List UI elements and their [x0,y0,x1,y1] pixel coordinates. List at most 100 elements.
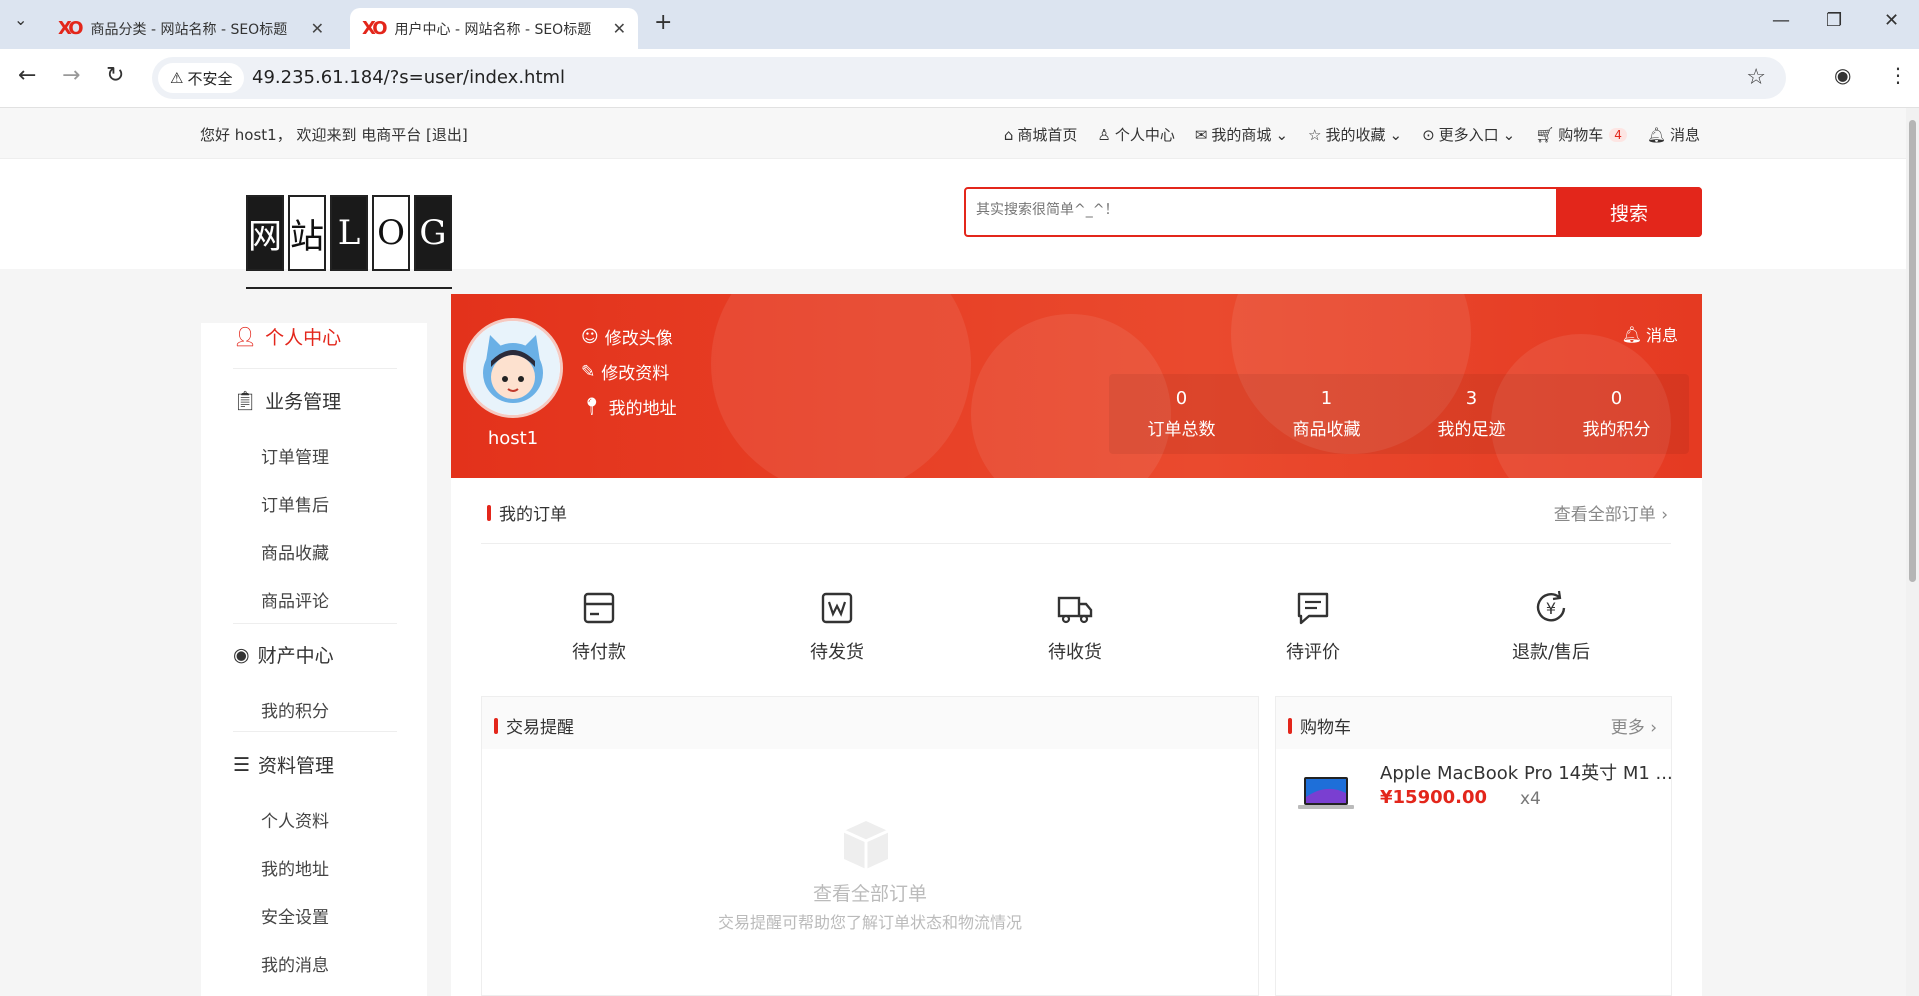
nav-favorites[interactable]: ☆ 我的收藏 ⌄ [1308,124,1402,145]
sidebar-item-security[interactable]: 安全设置 [261,903,329,928]
nav-label: 个人中心 [1114,126,1175,144]
order-status-pending-payment[interactable]: 待付款 [539,588,659,664]
cart-item-name[interactable]: Apple MacBook Pro 14英寸 M1 ... [1380,759,1673,785]
avatar-illustration [466,321,560,415]
stat-favorites[interactable]: 1 商品收藏 [1254,374,1399,454]
location-pin-icon: 📍︎ [581,396,603,417]
logo-char: 网 [246,195,284,271]
orders-title: 我的订单 [487,500,567,525]
sidebar-group-business[interactable]: 📋︎ 业务管理 [233,387,341,414]
panel-header [482,697,1258,749]
more-text: 更多 [1610,718,1645,738]
restore-icon[interactable]: ❐ [1826,10,1842,31]
avatar[interactable] [463,318,563,418]
tab-user-center[interactable]: XO 用户中心 - 网站名称 - SEO标题 ✕ [350,8,638,49]
user-stats: 0 订单总数 1 商品收藏 3 我的足迹 0 我的积分 [1109,374,1689,454]
laptop-thumbnail [1298,777,1354,809]
user-icon: 👤︎ [233,326,258,348]
status-label: 退款/售后 [1511,642,1591,663]
stat-points[interactable]: 0 我的积分 [1544,374,1689,454]
cart-item-price: ¥15900.00 [1380,787,1488,808]
title-text: 我的订单 [499,505,567,525]
decor-bubble [711,294,971,478]
message-label: 消息 [1645,326,1678,345]
status-label: 待收货 [1048,642,1102,663]
bell-icon: 🔔︎ [1621,324,1642,344]
cart-item[interactable]: Apple MacBook Pro 14英寸 M1 ... ¥15900.00 … [1296,759,1673,829]
forward-icon[interactable]: → [62,63,80,88]
security-chip[interactable]: ⚠ 不安全 [158,63,245,93]
logo-char: 站 [288,195,326,271]
search-input[interactable] [974,201,1534,219]
stat-footprints[interactable]: 3 我的足迹 [1399,374,1544,454]
order-status-refund[interactable]: ¥ 退款/售后 [1491,588,1611,664]
order-status-pending-receipt[interactable]: 待收货 [1015,588,1135,664]
reload-icon[interactable]: ↻ [106,63,124,88]
username: host1 [487,428,539,449]
url-text[interactable]: 49.235.61.184/?s=user/index.html [252,67,565,88]
omnibox[interactable]: ⚠ 不安全 49.235.61.184/?s=user/index.html ☆ [152,57,1786,99]
minimize-icon[interactable]: — [1772,10,1790,31]
tab-product-category[interactable]: XO 商品分类 - 网站名称 - SEO标题 ✕ [46,8,336,49]
close-icon[interactable]: ✕ [311,19,324,38]
comment-icon [1297,592,1329,625]
my-address-link[interactable]: 📍︎ 我的地址 [581,394,677,420]
site-logo[interactable]: 网 站 L O G [246,195,452,295]
sidebar-group-profile[interactable]: ☰ 资料管理 [233,751,334,778]
order-status-pending-shipment[interactable]: 待发货 [777,588,897,664]
back-icon[interactable]: ← [18,63,36,88]
sidebar-group-personal-center[interactable]: 👤︎ 个人中心 [233,323,341,350]
empty-box-icon [843,821,889,869]
sidebar-group-assets[interactable]: ◉ 财产中心 [233,641,334,668]
scrollbar-thumb[interactable] [1909,120,1916,582]
sidebar-item-orders[interactable]: 订单管理 [261,443,329,468]
sidebar-item-personal-info[interactable]: 个人资料 [261,807,329,832]
status-label: 待评价 [1286,642,1340,663]
change-avatar-link[interactable]: ☺ 修改头像 [581,324,673,350]
banner-message-link[interactable]: 🔔︎ 消息 [1622,322,1678,346]
main-content: host1 ☺ 修改头像 ✎ 修改资料 📍︎ 我的地址 🔔︎ 消息 0 订单总数 1 商品收… [451,294,1702,996]
refund-icon: ¥ [1536,590,1566,622]
sidebar-item-after-sales[interactable]: 订单售后 [261,491,329,516]
link-label: 我的地址 [608,399,677,419]
stat-orders[interactable]: 0 订单总数 [1109,374,1254,454]
sidebar-item-points[interactable]: 我的积分 [261,697,329,722]
sidebar-item-reviews[interactable]: 商品评论 [261,587,329,612]
nav-more[interactable]: ⊙ 更多入口 ⌄ [1422,124,1515,145]
sidebar-item-messages[interactable]: 我的消息 [261,951,329,976]
sidebar-item-favorites[interactable]: 商品收藏 [261,539,329,564]
cart-more-link[interactable]: 更多 › [1611,713,1657,738]
list-icon: ☰ [233,753,251,776]
menu-icon[interactable]: ⋮ [1888,63,1908,87]
close-icon[interactable]: ✕ [613,19,626,38]
nav-user-center[interactable]: ♙ 个人中心 [1097,124,1174,145]
search-button[interactable]: 搜索 [1556,187,1702,237]
cart-icon: 🛒︎ [1535,125,1555,144]
logo-char: O [372,195,410,271]
nav-my-mall[interactable]: ✉ 我的商城 ⌄ [1195,124,1288,145]
edit-profile-link[interactable]: ✎ 修改资料 [581,359,669,385]
tab-search-icon[interactable]: ⌄ [14,10,27,29]
cart-item-quantity: x4 [1520,789,1541,809]
welcome-text: 您好 host1， 欢迎来到 电商平台 [退出] [200,126,468,144]
address-bar: ← → ↻ ⚠ 不安全 49.235.61.184/?s=user/index.… [0,49,1919,108]
logo-char: G [414,195,452,271]
nav-home[interactable]: ⌂ 商城首页 [1004,124,1078,145]
pencil-icon: ✎ [581,361,596,382]
profile-icon[interactable]: ◉ [1834,63,1851,87]
stat-value: 0 [1175,388,1188,409]
page-scrollbar[interactable] [1906,108,1919,996]
nav-label: 我的商城 [1211,126,1272,144]
window-close-icon[interactable]: ✕ [1884,10,1899,31]
chevron-right-icon: › [1650,718,1657,738]
new-tab-icon[interactable]: + [654,10,672,35]
order-status-pending-review[interactable]: 待评价 [1253,588,1373,664]
bookmark-star-icon[interactable]: ☆ [1746,65,1766,90]
sidebar-item-address[interactable]: 我的地址 [261,855,329,880]
chevron-down-icon: ⌄ [1502,125,1516,144]
nav-cart[interactable]: 🛒︎ 购物车 4 [1535,124,1627,145]
nav-label: 更多入口 [1438,126,1499,144]
nav-messages[interactable]: 🔔︎ 消息 [1647,124,1700,145]
view-all-orders-link[interactable]: 查看全部订单 › [1554,500,1668,525]
title-text: 购物车 [1300,718,1351,738]
